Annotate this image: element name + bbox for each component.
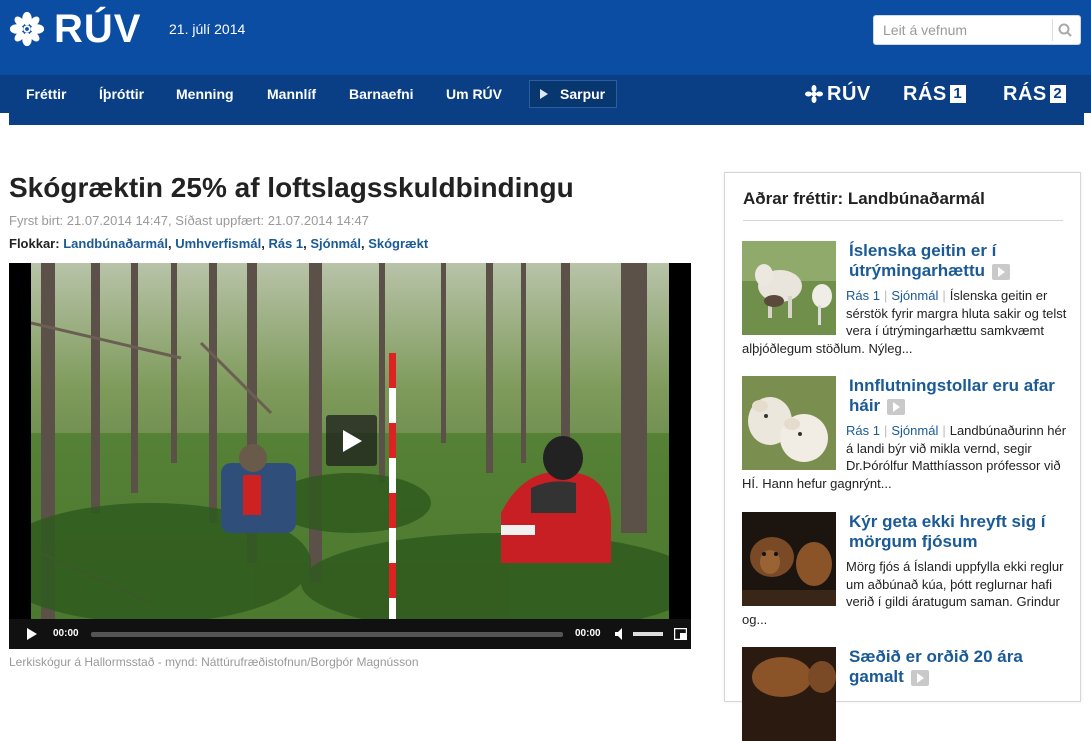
category-link[interactable]: Skógrækt [368,236,428,251]
main-nav: Fréttir Íþróttir Menning Mannlíf Barnaef… [0,75,1091,113]
video-total-time: 00:00 [575,628,601,639]
search-box [873,15,1081,45]
category-link[interactable]: Rás 1 [268,236,303,251]
nav-menning[interactable]: Menning [176,75,234,113]
article-title: Skógræktin 25% af loftslagsskuldbindingu [9,172,574,203]
brand-ras1-label: RÁS [903,82,947,105]
video-play-overlay-button[interactable] [326,415,377,466]
video-badge-icon [886,398,905,415]
story-tag[interactable]: Sjónmál [891,423,938,438]
brand-ras2[interactable]: RÁS 2 [1003,75,1066,113]
brand-ras1-number: 1 [949,85,966,103]
story-tag[interactable]: Sjónmál [891,288,938,303]
video-caption: Lerkiskógur á Hallormsstað - mynd: Náttú… [9,655,419,669]
article-meta: Fyrst birt: 21.07.2014 14:47, Síðast upp… [9,213,369,228]
play-icon [540,89,548,99]
sarpur-label: Sarpur [560,86,606,102]
nav-mannlif[interactable]: Mannlíf [267,75,316,113]
story-title: Kýr geta ekki hreyft sig í mörgum fjósum [849,512,1046,551]
nav-frettir[interactable]: Fréttir [26,75,66,113]
article-categories: Flokkar: Landbúnaðarmál, Umhverfismál, R… [9,236,429,251]
story-summary: Mörg fjós á Íslandi uppfylla ekki reglur… [742,558,1067,628]
story-summary: Rás 1 | Sjónmál | Landbúnaðurinn hér á landi… [742,423,1067,491]
site-header: RÚV 21. júlí 2014 [0,0,1091,75]
volume-slider[interactable] [633,632,663,636]
brand-ruv-label: RÚV [827,82,871,105]
story-tag[interactable]: Rás 1 [846,288,880,303]
brand-ras2-label: RÁS [1003,82,1047,105]
brand-ras2-number: 2 [1049,85,1066,103]
brand-ras1[interactable]: RÁS 1 [903,75,966,113]
category-link[interactable]: Sjónmál [310,236,361,251]
story-title: Sæðið er orðið 20 ára gamalt [849,647,1023,686]
category-link[interactable]: Umhverfismál [175,236,261,251]
video-current-time: 00:00 [53,628,79,639]
category-link[interactable]: Landbúnaðarmál [63,236,168,251]
story-summary: Rás 1 | Sjónmál | Íslenska geitin er sérstök… [742,288,1067,356]
video-badge-icon [910,669,929,686]
measuring-pole [389,353,396,619]
video-controls: 00:00 00:00 [9,619,691,649]
ruv-logo-icon [9,11,45,47]
nav-barnaefni[interactable]: Barnaefni [349,75,414,113]
divider [743,220,1063,221]
ruv-logo[interactable]: RÚV [8,7,142,51]
fullscreen-icon[interactable] [674,628,687,640]
related-news-sidebar: Aðrar fréttir: Landbúnaðarmál Íslenska g… [724,172,1081,741]
nav-sarpur-button[interactable]: Sarpur [529,80,617,108]
logo-text: RÚV [54,7,142,51]
search-button[interactable] [1052,19,1076,41]
story-title: Innflutningstollar eru afar háir [849,376,1055,415]
story-tag[interactable]: Rás 1 [846,423,880,438]
brand-ruv[interactable]: RÚV [804,75,871,113]
sub-nav-bar [9,113,1084,125]
cattle-thumbnail-image [742,647,836,741]
story-title-link[interactable]: Íslenska geitin er í útrýmingarhættu [849,241,1064,281]
video-progress-bar[interactable] [91,632,563,637]
story-title-link[interactable]: Sæðið er orðið 20 ára gamalt [849,647,1064,687]
story-title-link[interactable]: Innflutningstollar eru afar háir [849,376,1064,416]
nav-ithrottir[interactable]: Íþróttir [99,75,144,113]
video-badge-icon [991,263,1010,280]
search-input[interactable] [874,17,1044,43]
ruv-flower-icon [805,85,823,103]
search-icon [1058,23,1072,37]
categories-label: Flokkar: [9,236,60,251]
nav-um-ruv[interactable]: Um RÚV [446,75,502,113]
story-title: Íslenska geitin er í útrýmingarhættu [849,241,997,280]
play-icon[interactable] [27,628,37,640]
story-title-link[interactable]: Kýr geta ekki hreyft sig í mörgum fjósum [849,512,1064,552]
volume-icon[interactable] [615,628,627,640]
play-icon [342,429,362,452]
video-player[interactable]: 00:00 00:00 [9,263,691,649]
sidebar-title: Aðrar fréttir: Landbúnaðarmál [743,189,985,208]
header-date: 21. júlí 2014 [169,21,246,37]
